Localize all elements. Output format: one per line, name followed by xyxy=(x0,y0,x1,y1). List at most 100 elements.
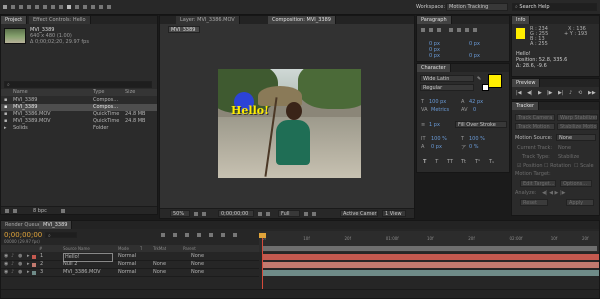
hide-shy-icon[interactable] xyxy=(185,233,189,237)
tab-effect-controls[interactable]: Effect Controls: Hello xyxy=(29,16,91,24)
layer-parent[interactable]: None xyxy=(191,253,231,260)
column-type[interactable]: Type xyxy=(93,89,123,96)
region-of-interest-icon[interactable] xyxy=(304,212,308,216)
new-folder-icon[interactable] xyxy=(13,209,17,213)
layer-audio-icon[interactable]: ♪ xyxy=(11,253,14,260)
comp-name-chip[interactable]: MVI_3389 xyxy=(168,26,200,33)
brainstorm-icon[interactable] xyxy=(221,233,225,237)
stroke-color-swatch[interactable] xyxy=(482,84,489,91)
stabilize-motion-button[interactable]: Stabilize Motion xyxy=(557,123,598,130)
justify-center-icon[interactable] xyxy=(457,28,461,32)
comp-mini-flowchart-icon[interactable] xyxy=(161,233,165,237)
edit-target-button[interactable]: Edit Target... xyxy=(520,180,556,187)
mask-visibility-icon[interactable] xyxy=(202,212,206,216)
col-parent[interactable]: Parent xyxy=(183,245,196,252)
layer-twirl-icon[interactable]: ▸ xyxy=(27,269,30,276)
layer-parent[interactable]: None xyxy=(191,269,231,276)
rotation-checkbox[interactable]: ☐ Rotation xyxy=(544,163,571,169)
stroke-type-select[interactable]: Fill Over Stroke xyxy=(455,121,507,128)
layer-solo-icon[interactable]: ● xyxy=(18,253,22,260)
trash-icon[interactable] xyxy=(61,209,65,213)
hello-overlay-text[interactable]: Hello! xyxy=(231,104,269,117)
motion-source-select[interactable]: None xyxy=(556,134,596,141)
layer-label-color[interactable] xyxy=(32,271,36,275)
timeline-timecode[interactable]: 0;00;00;00 xyxy=(4,231,42,239)
search-help-input[interactable]: ⌕ Search Help xyxy=(512,3,597,11)
justify-right-icon[interactable] xyxy=(465,28,469,32)
column-name[interactable]: Name xyxy=(13,89,73,96)
project-search-input[interactable]: ⌕ xyxy=(4,81,152,88)
project-bpc[interactable]: 8 bpc xyxy=(33,208,47,214)
project-item[interactable]: ▪ MVI_3389 Compos... xyxy=(1,97,157,104)
audio-icon[interactable]: ♪ xyxy=(569,90,572,96)
justify-left-icon[interactable] xyxy=(449,28,453,32)
layer-mode[interactable]: Normal xyxy=(118,261,140,268)
brush-tool-icon[interactable] xyxy=(75,5,79,9)
layer-name[interactable]: MVI_3386.MOV xyxy=(63,269,113,276)
scale-checkbox[interactable]: ☐ Scale xyxy=(574,163,594,169)
zoom-select[interactable]: 50% xyxy=(170,210,190,217)
pen-tool-icon[interactable] xyxy=(59,5,63,9)
eyedropper-icon[interactable]: ✎ xyxy=(477,76,481,82)
rotate-tool-icon[interactable] xyxy=(27,5,31,9)
timeline-layer-row[interactable]: ◉ ♪ ● ▸ 1 Hello! Normal None xyxy=(1,253,259,262)
warp-stabilizer-button[interactable]: Warp Stabilizer xyxy=(557,114,598,121)
col-mode[interactable]: Mode xyxy=(118,245,129,252)
timeline-layer-row[interactable]: ◉ ♪ ● ▸ 3 MVI_3386.MOV Normal None None xyxy=(1,269,259,277)
font-family-select[interactable]: Wide Latin xyxy=(420,75,474,82)
grid-icon[interactable] xyxy=(194,212,198,216)
layer-audio-icon[interactable]: ♪ xyxy=(11,261,14,268)
subscript-button[interactable]: T₁ xyxy=(489,159,494,165)
loop-icon[interactable]: ⟲ xyxy=(578,90,582,96)
show-snapshot-icon[interactable] xyxy=(266,212,270,216)
layer-visibility-icon[interactable]: ◉ xyxy=(4,253,8,260)
track-camera-button[interactable]: Track Camera xyxy=(515,114,555,121)
frame-blending-icon[interactable] xyxy=(197,233,201,237)
tab-character[interactable]: Character xyxy=(417,64,451,72)
hand-tool-icon[interactable] xyxy=(11,5,15,9)
apply-button[interactable]: Apply xyxy=(566,199,594,206)
all-caps-button[interactable]: TT xyxy=(447,159,453,165)
roto-tool-icon[interactable] xyxy=(99,5,103,9)
current-track-value[interactable]: None xyxy=(558,145,571,151)
last-frame-icon[interactable]: ▶| xyxy=(558,90,564,96)
justify-all-icon[interactable] xyxy=(473,28,477,32)
timeline-search-input[interactable]: ⌕ xyxy=(45,232,77,238)
options-button[interactable]: Options... xyxy=(560,180,592,187)
align-center-icon[interactable] xyxy=(429,28,433,32)
layer-duration-bar[interactable] xyxy=(262,270,599,276)
layer-name[interactable]: Null 2 xyxy=(63,261,113,268)
leading-field[interactable]: 42 px xyxy=(469,99,483,105)
align-right-icon[interactable] xyxy=(437,28,441,32)
col-trkmat[interactable]: TrkMat xyxy=(153,245,166,252)
layer-label-color[interactable] xyxy=(32,255,36,259)
col-source-name[interactable]: Source Name xyxy=(63,245,90,252)
viewer-timecode[interactable]: 0;00;00;00 xyxy=(218,210,254,217)
faux-bold-button[interactable]: T xyxy=(423,159,426,165)
select-tool-icon[interactable] xyxy=(3,5,7,9)
analyze-buttons[interactable]: ◀| ◀ ▶ |▶ xyxy=(542,190,566,196)
resolution-select[interactable]: Full xyxy=(278,210,300,217)
snapshot-icon[interactable] xyxy=(258,212,262,216)
eraser-tool-icon[interactable] xyxy=(91,5,95,9)
play-icon[interactable]: ▶ xyxy=(538,90,542,96)
playhead-handle[interactable] xyxy=(259,233,266,238)
vertical-scale-field[interactable]: 100 % xyxy=(431,136,447,142)
layer-label-color[interactable] xyxy=(32,263,36,267)
workspace-select[interactable]: Motion Tracking xyxy=(446,3,508,11)
layer-audio-icon[interactable]: ♪ xyxy=(11,269,14,276)
draft-3d-icon[interactable] xyxy=(173,233,177,237)
track-type-value[interactable]: Stabilize xyxy=(558,154,579,160)
superscript-button[interactable]: T¹ xyxy=(475,159,480,165)
tab-preview[interactable]: Preview xyxy=(512,79,541,87)
timeline-layer-row[interactable]: ◉ ♪ ● ▸ 2 Null 2 Normal None None xyxy=(1,261,259,269)
layer-visibility-icon[interactable]: ◉ xyxy=(4,261,8,268)
layer-trkmat[interactable]: None xyxy=(153,261,175,268)
indent-right-field[interactable]: 0 px xyxy=(469,41,480,47)
tracking-field[interactable]: 0 xyxy=(473,107,476,113)
tab-tracker[interactable]: Tracker xyxy=(512,102,540,110)
small-caps-button[interactable]: Tt xyxy=(461,159,466,165)
layer-duration-bar[interactable] xyxy=(262,254,599,260)
fill-color-swatch[interactable] xyxy=(488,74,502,88)
layer-twirl-icon[interactable]: ▸ xyxy=(27,253,30,260)
